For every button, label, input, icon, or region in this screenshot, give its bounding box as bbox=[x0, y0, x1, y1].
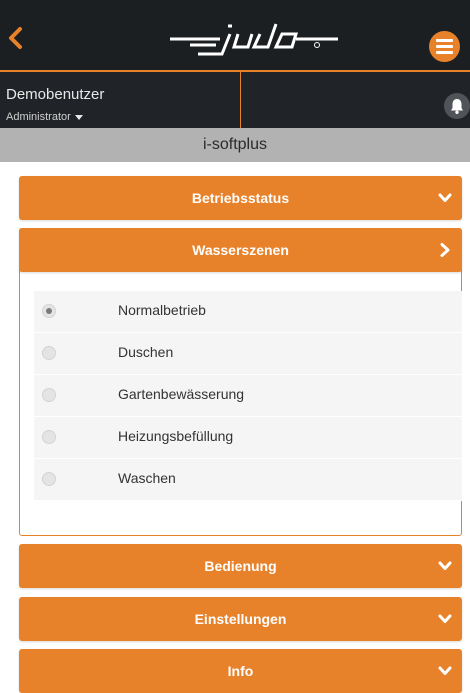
radio-button[interactable] bbox=[42, 472, 56, 486]
scene-option-heizungsbefuellung[interactable]: Heizungsbefüllung bbox=[34, 417, 462, 459]
caret-down-icon bbox=[74, 114, 83, 120]
user-role-label: Administrator bbox=[6, 111, 71, 123]
accordion-label: Einstellungen bbox=[194, 611, 287, 627]
scene-option-label: Gartenbewässerung bbox=[118, 386, 245, 402]
hamburger-menu-button[interactable] bbox=[429, 31, 460, 62]
user-role-dropdown[interactable]: Administrator bbox=[6, 111, 83, 123]
scene-option-label: Duschen bbox=[118, 344, 174, 360]
device-title-bar: i-softplus bbox=[0, 128, 470, 162]
top-bar bbox=[0, 0, 470, 72]
accordion-bedienung[interactable]: Bedienung bbox=[19, 544, 462, 588]
chevron-down-icon bbox=[438, 666, 452, 675]
chevron-right-icon bbox=[440, 243, 450, 257]
accordion-betriebsstatus[interactable]: Betriebsstatus bbox=[19, 176, 462, 220]
scene-option-label: Normalbetrieb bbox=[118, 302, 206, 318]
wasserszenen-panel: Wasserszenen Normalbetrieb Duschen Garte… bbox=[19, 228, 462, 536]
accordion-einstellungen[interactable]: Einstellungen bbox=[19, 597, 462, 641]
chevron-down-icon bbox=[438, 614, 452, 623]
scene-option-duschen[interactable]: Duschen bbox=[34, 333, 462, 375]
notification-button[interactable] bbox=[444, 93, 470, 119]
accordion-label: Info bbox=[227, 663, 254, 679]
radio-button[interactable] bbox=[42, 430, 56, 444]
judo-logo bbox=[168, 20, 343, 60]
scene-option-label: Waschen bbox=[118, 470, 176, 486]
scene-option-normalbetrieb[interactable]: Normalbetrieb bbox=[34, 291, 462, 333]
user-bar-divider bbox=[240, 72, 241, 128]
scene-option-gartenbewaesserung[interactable]: Gartenbewässerung bbox=[34, 375, 462, 417]
accordion-wasserszenen[interactable]: Wasserszenen bbox=[19, 228, 462, 272]
back-button[interactable] bbox=[6, 26, 26, 50]
accordion-info[interactable]: Info bbox=[19, 649, 462, 693]
accordion-label: Betriebsstatus bbox=[191, 190, 290, 206]
scene-option-waschen[interactable]: Waschen bbox=[34, 459, 462, 501]
bell-icon bbox=[451, 99, 463, 114]
scene-options-list: Normalbetrieb Duschen Gartenbewässerung … bbox=[34, 291, 462, 501]
radio-button[interactable] bbox=[42, 388, 56, 402]
user-name: Demobenutzer bbox=[6, 86, 105, 103]
accordion-label: Wasserszenen bbox=[192, 242, 289, 258]
hamburger-menu-icon bbox=[436, 39, 453, 42]
radio-button[interactable] bbox=[42, 346, 56, 360]
accordion-label: Bedienung bbox=[204, 558, 277, 574]
chevron-left-icon bbox=[9, 27, 22, 49]
chevron-down-icon bbox=[438, 561, 452, 570]
scene-option-label: Heizungsbefüllung bbox=[118, 428, 234, 444]
radio-button[interactable] bbox=[42, 304, 56, 318]
chevron-down-icon bbox=[438, 193, 452, 202]
